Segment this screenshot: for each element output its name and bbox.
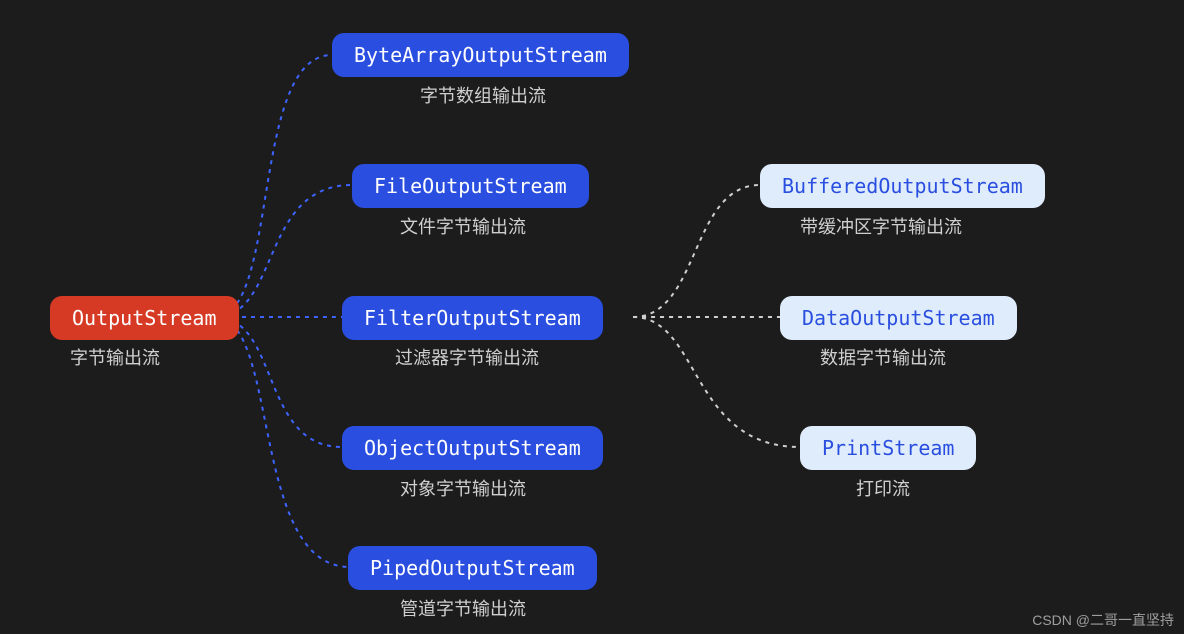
caption-dataoutputstream: 数据字节输出流 bbox=[820, 344, 946, 370]
node-label: BufferedOutputStream bbox=[782, 174, 1023, 198]
node-outputstream: OutputStream bbox=[50, 296, 239, 340]
node-label: PrintStream bbox=[822, 436, 954, 460]
node-dataoutputstream: DataOutputStream bbox=[780, 296, 1017, 340]
node-label: FilterOutputStream bbox=[364, 306, 581, 330]
node-label: ObjectOutputStream bbox=[364, 436, 581, 460]
caption-bytearrayoutputstream: 字节数组输出流 bbox=[420, 82, 546, 108]
node-filteroutputstream: FilterOutputStream bbox=[342, 296, 603, 340]
caption-filteroutputstream: 过滤器字节输出流 bbox=[395, 344, 539, 370]
node-pipedoutputstream: PipedOutputStream bbox=[348, 546, 597, 590]
node-bytearrayoutputstream: ByteArrayOutputStream bbox=[332, 33, 629, 77]
node-label: OutputStream bbox=[72, 306, 217, 330]
watermark-text: CSDN @二哥一直坚持 bbox=[1032, 610, 1174, 630]
node-objectoutputstream: ObjectOutputStream bbox=[342, 426, 603, 470]
node-label: ByteArrayOutputStream bbox=[354, 43, 607, 67]
caption-outputstream: 字节输出流 bbox=[70, 344, 160, 370]
caption-printstream: 打印流 bbox=[856, 475, 910, 501]
node-fileoutputstream: FileOutputStream bbox=[352, 164, 589, 208]
node-label: PipedOutputStream bbox=[370, 556, 575, 580]
caption-pipedoutputstream: 管道字节输出流 bbox=[400, 595, 526, 621]
caption-objectoutputstream: 对象字节输出流 bbox=[400, 475, 526, 501]
node-bufferedoutputstream: BufferedOutputStream bbox=[760, 164, 1045, 208]
caption-fileoutputstream: 文件字节输出流 bbox=[400, 213, 526, 239]
node-printstream: PrintStream bbox=[800, 426, 976, 470]
node-label: FileOutputStream bbox=[374, 174, 567, 198]
node-label: DataOutputStream bbox=[802, 306, 995, 330]
caption-bufferedoutputstream: 带缓冲区字节输出流 bbox=[800, 213, 962, 239]
